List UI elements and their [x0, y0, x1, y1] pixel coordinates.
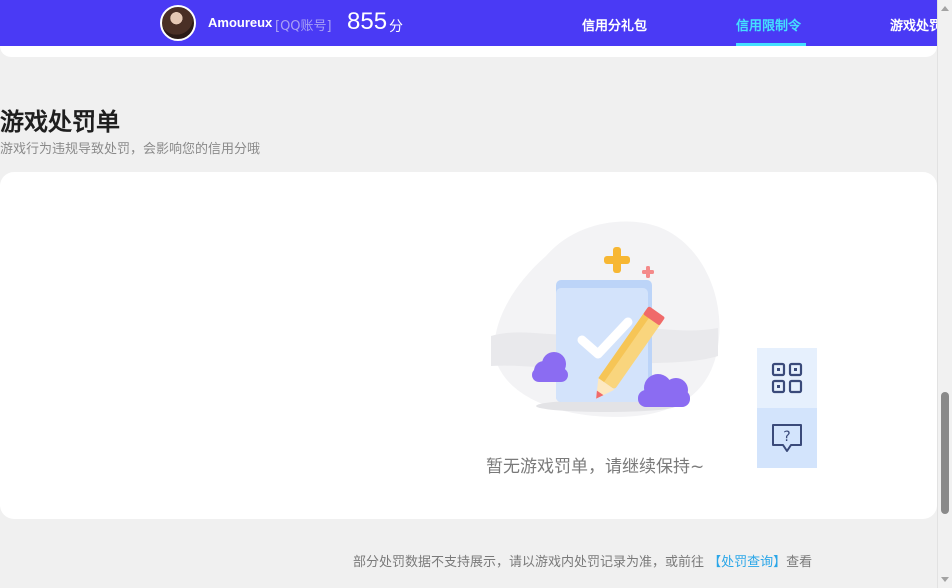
account-type-label: [QQ账号] — [275, 19, 332, 34]
scrollbar-thumb[interactable] — [941, 392, 949, 514]
footer-note-suffix: 查看 — [786, 555, 813, 570]
nav-credit-gift[interactable]: 信用分礼包 — [582, 15, 647, 34]
section-title: 游戏处罚单 — [0, 108, 120, 136]
help-button[interactable]: ? — [757, 408, 817, 468]
scroll-down-arrow-icon[interactable] — [941, 577, 949, 582]
nav-credit-restriction[interactable]: 信用限制令 — [736, 15, 801, 34]
vertical-scrollbar[interactable] — [937, 0, 952, 588]
floating-action-group: ? — [757, 348, 817, 468]
credit-score: 855 — [347, 8, 388, 35]
qr-code-icon — [771, 362, 803, 394]
user-name: Amoureux — [208, 15, 273, 30]
nav-game-penalty[interactable]: 游戏处罚 — [890, 15, 942, 34]
svg-text:?: ? — [783, 429, 790, 445]
credit-score-unit: 分 — [389, 19, 403, 35]
help-chat-icon: ? — [772, 424, 802, 452]
empty-state-illustration — [491, 221, 720, 417]
header-card-bottom — [0, 46, 937, 57]
footer-note-prefix: 部分处罚数据不支持展示，请以游戏内处罚记录为准，或前往 — [353, 555, 705, 570]
user-avatar[interactable] — [160, 5, 196, 41]
penalty-query-link[interactable]: 【处罚查询】 — [708, 555, 786, 570]
footer-note: 部分处罚数据不支持展示，请以游戏内处罚记录为准，或前往 【处罚查询】查看 — [353, 551, 812, 570]
empty-state-message: 暂无游戏罚单，请继续保持~ — [486, 457, 705, 477]
qr-code-button[interactable] — [757, 348, 817, 408]
section-subtitle: 游戏行为违规导致处罚，会影响您的信用分哦 — [0, 142, 261, 157]
scroll-up-arrow-icon[interactable] — [941, 6, 949, 11]
top-nav-bar: Amoureux [QQ账号] 855 分 信用分礼包 信用限制令 游戏处罚 — [0, 0, 942, 46]
page: Amoureux [QQ账号] 855 分 信用分礼包 信用限制令 游戏处罚 游… — [0, 0, 952, 588]
